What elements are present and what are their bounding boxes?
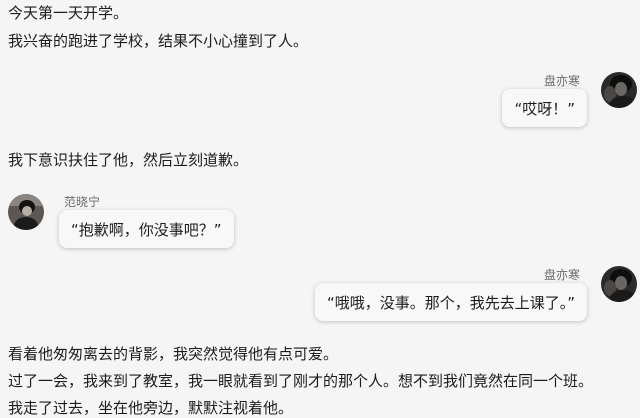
narration-line: 过了一会，我来到了教室，我一眼就看到了刚才的那个人。想不到我们竟然在同一个班。 [8, 372, 594, 390]
avatar-image-icon [601, 72, 637, 108]
chat-bubble: “抱歉啊，你没事吧？” [59, 210, 234, 248]
story-chat: 今天第一天开学。 我兴奋的跑进了学校，结果不小心撞到了人。 盘亦寒 “哎呀！” … [0, 0, 640, 418]
sender-name: 范晓宁 [64, 195, 101, 209]
avatar[interactable] [601, 72, 637, 108]
narration-line: 我走了过去，坐在他旁边，默默注视着他。 [8, 399, 294, 417]
avatar-image-icon [8, 194, 44, 230]
chat-bubble: “哎呀！” [502, 89, 587, 127]
narration-line: 我下意识扶住了他，然后立刻道歉。 [8, 151, 249, 169]
chat-bubble: “哦哦，没事。那个，我先去上课了。” [314, 283, 587, 321]
sender-name: 盘亦寒 [543, 74, 580, 88]
avatar-image-icon [601, 266, 637, 302]
avatar[interactable] [601, 266, 637, 302]
sender-name: 盘亦寒 [543, 268, 580, 282]
narration-line: 我兴奋的跑进了学校，结果不小心撞到了人。 [8, 32, 309, 50]
narration-line: 今天第一天开学。 [8, 4, 129, 22]
narration-line: 看着他匆匆离去的背影，我突然觉得他有点可爱。 [8, 345, 339, 363]
avatar[interactable] [8, 194, 44, 230]
